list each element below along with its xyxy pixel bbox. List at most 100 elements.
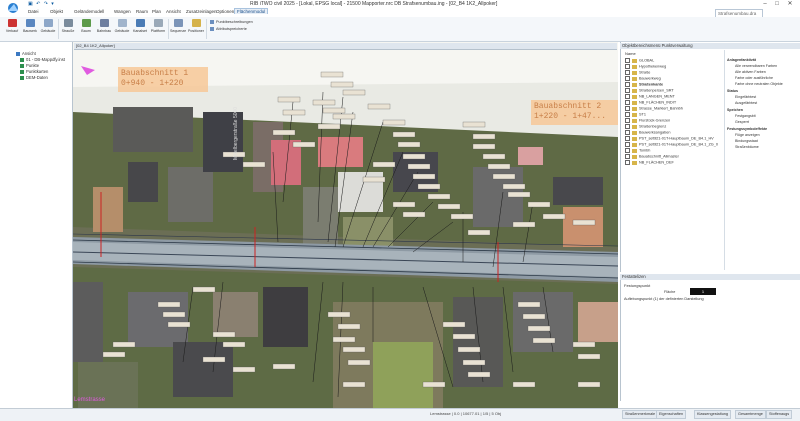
filter-option[interactable]: Eingefärbtest — [735, 95, 756, 99]
layer-row[interactable]: PST_settli21-01T-Hauptbaum_DE_B4.1_ZG_0 — [625, 142, 718, 147]
filter-option[interactable]: Bindungsstaat — [735, 139, 758, 143]
layer-row[interactable]: ST1 — [625, 112, 646, 117]
checkbox-icon[interactable] — [625, 124, 630, 129]
bottom-tab-classes[interactable]: Klassengestaltung — [694, 410, 732, 419]
tab-raum[interactable]: Raum — [136, 9, 148, 14]
checkbox-icon[interactable] — [625, 112, 630, 117]
tab-terrain[interactable]: Geländemodell — [74, 9, 104, 14]
layer-row[interactable]: Bauabschnitt_Allmaster — [625, 154, 679, 159]
map-icon — [20, 69, 24, 74]
filter-option[interactable]: Gesperrt — [735, 120, 749, 124]
sequence-icon — [173, 19, 183, 27]
layer-row[interactable]: NB_FLÄCHEN_DEF — [625, 160, 674, 165]
filter-option[interactable]: Straßenbäume — [735, 145, 759, 149]
filter-option[interactable]: Farbe ohne neutralen Objekte — [735, 82, 783, 86]
map-view[interactable]: Bauabschnitt 1 0+940 - 1+220 Bauabschnit… — [73, 42, 618, 408]
filter-heading: Festungssymboleffekte — [727, 127, 768, 131]
tree-item-dem[interactable]: DEM-Daten — [20, 75, 48, 80]
checkbox-icon[interactable] — [625, 58, 630, 63]
layer-row[interactable]: GLOBAL — [625, 58, 654, 63]
layer-row[interactable]: NB_FLÄCHEN_INDIT — [625, 100, 676, 105]
ribbon-item-attribute[interactable]: Attributspreicherte — [210, 27, 247, 31]
ribbon-button-strasse[interactable]: Strauße — [60, 19, 76, 39]
layer-row[interactable]: NB_LANGEN_MENT — [625, 94, 675, 99]
checkbox-icon[interactable] — [625, 160, 630, 165]
layer-row[interactable]: Straßenkante — [625, 82, 663, 87]
aerial-map[interactable] — [73, 42, 618, 408]
ribbon-button-sequenzen[interactable]: Sequenzen — [170, 19, 186, 39]
bottom-tab-total[interactable]: Gesamtmenge — [735, 410, 766, 419]
layer-row[interactable]: Tombh — [625, 148, 650, 153]
ribbon-button-bahnbau[interactable]: Bahnbau — [96, 19, 112, 39]
bottom-tab-streetfeatures[interactable]: Straßenmerkmale — [622, 410, 659, 419]
ribbon-button-positionen[interactable]: Positionen — [188, 19, 204, 39]
map-tab[interactable]: [02_B4 1K2_Allpoker] — [74, 43, 617, 50]
tree-item-pointcards[interactable]: Punktkarten — [20, 69, 48, 74]
checkbox-icon[interactable] — [625, 70, 630, 75]
minimize-button[interactable]: – — [760, 0, 770, 9]
ribbon-button-verkauf[interactable]: Verkauf — [4, 19, 20, 39]
filter-option[interactable]: Ausgefärbtest — [735, 101, 757, 105]
tab-flaechenmodul[interactable]: Flächenmodul — [234, 8, 269, 14]
filter-option[interactable]: Alle verwendbaren Farben — [735, 64, 777, 68]
tab-object[interactable]: Objekt — [50, 9, 63, 14]
bottom-tab-properties[interactable]: Eigenschaften — [656, 410, 687, 419]
maximize-button[interactable]: □ — [772, 0, 782, 9]
house-icon — [117, 19, 127, 27]
attr-value-field[interactable]: 1 — [690, 288, 716, 295]
layer-row[interactable]: Hypothekenweg — [625, 64, 666, 69]
point-icon — [20, 63, 24, 68]
filter-option[interactable]: Festgangsbit — [735, 114, 756, 118]
ribbon-button-plattform[interactable]: Plattform — [150, 19, 166, 39]
tree-icon — [81, 19, 91, 27]
tab-plan[interactable]: Plan — [152, 9, 161, 14]
checkbox-icon[interactable] — [625, 76, 630, 81]
checkbox-icon[interactable] — [625, 142, 630, 147]
filter-option[interactable]: Flüge anzeigen — [735, 133, 760, 137]
tree-item-view[interactable]: Ansicht — [16, 51, 36, 56]
checkbox-icon[interactable] — [625, 94, 630, 99]
layer-row[interactable]: Straßenpersen_SRT — [625, 88, 674, 93]
lock-icon — [632, 112, 637, 117]
checkbox-icon[interactable] — [625, 106, 630, 111]
layer-row[interactable]: PST_settli21-01T-Hauptbaum_DE_B4.1_HV — [625, 136, 714, 141]
bottom-tab-materials[interactable]: Stoffenaugs — [766, 410, 793, 419]
tab-extras[interactable]: Zusatzeinlagen — [186, 9, 217, 14]
filter-option[interactable]: Farbe oder ausführliche — [735, 76, 773, 80]
ribbon-button-bauwerk[interactable]: Bauwerk — [22, 19, 38, 39]
ribbon-button-kanalset[interactable]: Kanalset — [132, 19, 148, 39]
checkbox-icon[interactable] — [625, 148, 630, 153]
ribbon-item-punktbeschreibungen[interactable]: Punktbeschreibungen — [210, 20, 253, 24]
tree-item-db[interactable]: 01 - DB-Mappdfy.inst — [20, 57, 65, 62]
checkbox-icon[interactable] — [625, 82, 630, 87]
lock-icon — [632, 76, 637, 81]
layer-row[interactable]: Straßenbegrenz — [625, 124, 666, 129]
checkbox-icon[interactable] — [625, 64, 630, 69]
filter-option[interactable]: Alle aktiven Farben — [735, 70, 766, 74]
checkbox-icon[interactable] — [625, 130, 630, 135]
layer-row[interactable]: Bauwerksangaben — [625, 130, 670, 135]
layer-row[interactable]: Straße — [625, 70, 650, 75]
checkbox-icon[interactable] — [625, 136, 630, 141]
tab-view[interactable]: Ansicht — [166, 9, 181, 14]
lock-icon — [632, 64, 637, 69]
layer-row[interactable]: Strasse_Markiert_Bahnbh — [625, 106, 683, 111]
ribbon-button-gebaeude[interactable]: Gebäude — [40, 19, 56, 39]
tab-options[interactable]: Optionen — [216, 9, 234, 14]
checkbox-icon[interactable] — [625, 88, 630, 93]
close-button[interactable]: ✕ — [785, 0, 795, 9]
layer-row[interactable]: Flurstück-Grenzen — [625, 118, 670, 123]
attr-label: Festungspunkt — [624, 283, 651, 288]
quick-access-toolbar[interactable]: ▣ ↶ ↷ ▾ — [28, 1, 55, 7]
tree-item-points[interactable]: Punkte — [20, 63, 39, 68]
layer-row[interactable]: Bauwerkweg — [625, 76, 661, 81]
ribbon-button-baum[interactable]: Baum — [78, 19, 94, 39]
dem-icon — [20, 75, 24, 80]
checkbox-icon[interactable] — [625, 118, 630, 123]
checkbox-icon[interactable] — [625, 100, 630, 105]
ribbon-button-gebaeude-2[interactable]: Gebäude — [114, 19, 130, 39]
tab-wangen[interactable]: Wangen — [114, 9, 131, 14]
checkbox-icon[interactable] — [625, 154, 630, 159]
tab-file[interactable]: Datei — [28, 9, 39, 14]
lock-icon — [632, 142, 637, 147]
